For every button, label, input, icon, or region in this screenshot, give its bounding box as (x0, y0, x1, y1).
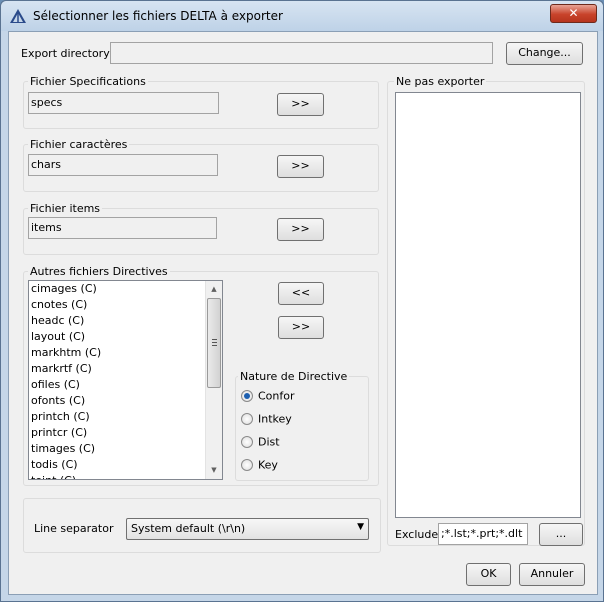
directive-list-item[interactable]: todis (C) (29, 457, 222, 473)
directive-list-item[interactable]: headc (C) (29, 313, 222, 329)
exclude-field[interactable]: ;*.lst;*.prt;*.dlt (438, 523, 528, 545)
spec-file-field[interactable]: specs (28, 92, 219, 114)
items-group-title: Fichier items (28, 202, 103, 215)
directive-list-item[interactable]: toint (C) (29, 473, 222, 479)
line-separator-value: System default (\r\n) (131, 522, 246, 535)
nature-options: Confor Intkey Dist Key (235, 376, 369, 481)
radio-label: Key (258, 458, 278, 472)
exclude-label: Exclude (395, 528, 439, 541)
directive-list-item[interactable]: cnotes (C) (29, 297, 222, 313)
chars-file-field[interactable]: chars (28, 154, 218, 176)
chars-group-title: Fichier caractères (28, 138, 130, 151)
line-separator-select[interactable]: System default (\r\n) ▼ (126, 518, 369, 540)
line-separator-label: Line separator (34, 522, 114, 535)
radio-button-icon[interactable] (241, 413, 253, 425)
directive-list-item[interactable]: ofonts (C) (29, 393, 222, 409)
ok-button[interactable]: OK (466, 563, 511, 586)
ne-pas-exporter-title: Ne pas exporter (394, 75, 487, 88)
export-directory-field[interactable] (110, 42, 493, 64)
chars-move-right-button[interactable]: >> (277, 155, 324, 178)
grip-line (212, 345, 217, 346)
dialog-window: Sélectionner les fichiers DELTA à export… (0, 0, 604, 602)
scroll-thumb[interactable] (207, 298, 221, 388)
delta-app-icon (10, 9, 26, 23)
directive-list-item[interactable]: layout (C) (29, 329, 222, 345)
grip-line (212, 339, 217, 340)
directive-list-item[interactable]: ofiles (C) (29, 377, 222, 393)
exclude-browse-button[interactable]: ... (539, 523, 583, 546)
nature-radio-confor[interactable]: Confor (241, 389, 295, 405)
radio-button-icon[interactable] (241, 390, 253, 402)
ne-pas-exporter-list[interactable] (395, 92, 581, 518)
directive-list-item[interactable]: markhtm (C) (29, 345, 222, 361)
grip-line (212, 342, 217, 343)
nature-radio-key[interactable]: Key (241, 458, 278, 474)
radio-button-icon[interactable] (241, 436, 253, 448)
export-directory-label: Export directory: (21, 47, 113, 60)
close-button[interactable]: ✕ (550, 4, 597, 23)
spec-move-right-button[interactable]: >> (277, 93, 324, 116)
radio-label: Dist (258, 435, 280, 449)
directives-list[interactable]: cimages (C) cnotes (C) headc (C) layout (C)… (28, 280, 223, 480)
window-title: Sélectionner les fichiers DELTA à export… (33, 9, 283, 23)
directives-move-right-button[interactable]: >> (278, 316, 324, 339)
spec-group-title: Fichier Specifications (28, 75, 148, 88)
radio-button-icon[interactable] (241, 459, 253, 471)
dialog-content: Export directory: Change... Fichier Spec… (8, 31, 598, 595)
directive-list-item[interactable]: printcr (C) (29, 425, 222, 441)
directive-list-item[interactable]: markrtf (C) (29, 361, 222, 377)
directive-list-item[interactable]: cimages (C) (29, 281, 222, 297)
nature-radio-dist[interactable]: Dist (241, 435, 280, 451)
change-button[interactable]: Change... (506, 42, 583, 65)
nature-radio-intkey[interactable]: Intkey (241, 412, 292, 428)
radio-label: Confor (258, 389, 295, 403)
cancel-button[interactable]: Annuler (519, 563, 585, 586)
directive-list-item[interactable]: timages (C) (29, 441, 222, 457)
directives-scrollbar[interactable]: ▲ ▼ (205, 281, 222, 479)
radio-label: Intkey (258, 412, 292, 426)
items-move-right-button[interactable]: >> (277, 218, 324, 241)
directive-list-item[interactable]: printch (C) (29, 409, 222, 425)
scroll-up-arrow-icon[interactable]: ▲ (206, 281, 222, 298)
title-bar[interactable]: Sélectionner les fichiers DELTA à export… (1, 1, 603, 31)
directives-move-left-button[interactable]: << (278, 282, 324, 305)
chevron-down-icon: ▼ (357, 522, 364, 532)
scroll-down-arrow-icon[interactable]: ▼ (206, 462, 222, 479)
items-file-field[interactable]: items (28, 217, 217, 239)
directives-items: cimages (C) cnotes (C) headc (C) layout (C)… (29, 281, 222, 479)
directives-group-title: Autres fichiers Directives (28, 265, 170, 278)
